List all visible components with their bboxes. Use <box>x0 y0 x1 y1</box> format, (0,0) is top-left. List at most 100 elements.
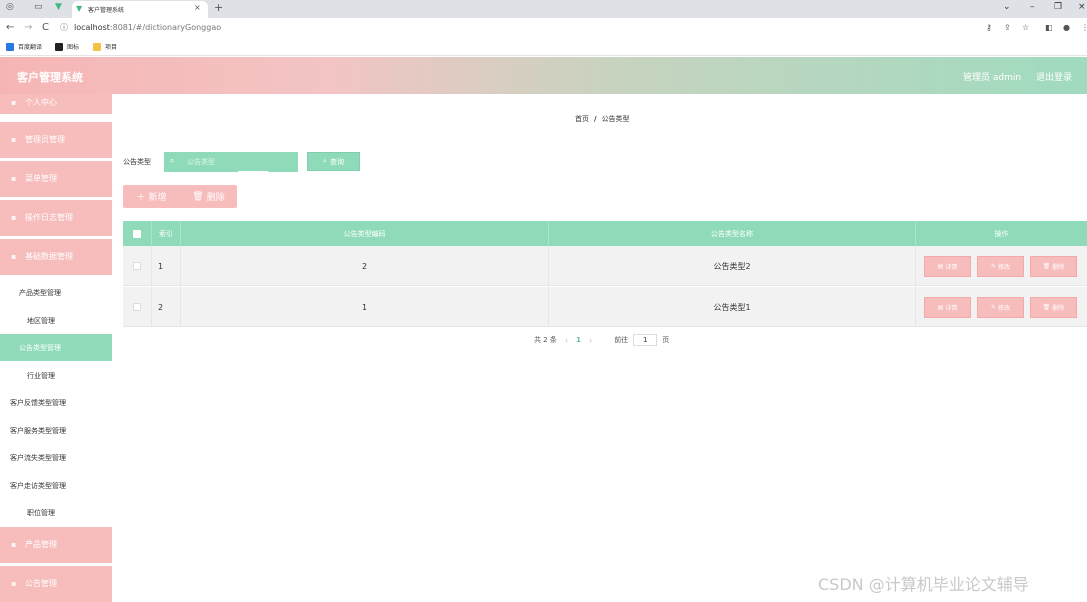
url-host: localhost <box>74 23 110 32</box>
search-field[interactable]: ⌕ <box>164 152 298 171</box>
share-icon[interactable]: ⇪ <box>1004 23 1011 32</box>
prev-page-icon[interactable]: ‹ <box>565 336 568 345</box>
restore-button[interactable]: ❐ <box>1054 2 1062 12</box>
profile-icon[interactable]: ● <box>1063 23 1070 32</box>
menu-label: 基础数据管理 <box>25 252 73 261</box>
table-row: 2 1 公告类型1 ▤ 详情 ✎ 修改 🗑 删除 <box>123 287 1087 327</box>
search-icon: ⌕ <box>170 156 175 165</box>
edit-icon: ✎ <box>990 304 996 311</box>
sidebar-item-industry[interactable]: 行业管理 <box>0 362 112 389</box>
bookmarks-bar: 百度翻译 图标 项目 <box>0 39 1087 56</box>
menu-operation-log[interactable]: ▪ 操作日志管理 <box>0 200 112 236</box>
total-count: 共 2 条 <box>534 336 557 344</box>
menu-dots-icon[interactable]: ⋮ <box>1081 23 1087 32</box>
edit-button[interactable]: ✎ 修改 <box>977 297 1024 318</box>
row-checkbox[interactable] <box>133 303 141 311</box>
new-tab-button[interactable]: + <box>214 1 223 14</box>
sidebar-item-churn-type[interactable]: 客户流失类型管理 <box>0 444 112 471</box>
tab-search-icon[interactable]: ◎ <box>6 2 14 12</box>
bookmark-item[interactable]: 图标 <box>55 42 79 51</box>
goto-suffix: 页 <box>662 336 670 344</box>
cell-name: 公告类型2 <box>549 246 916 286</box>
trash-icon: 🗑 <box>1042 263 1051 270</box>
menu-icon: ▪ <box>11 98 17 107</box>
bookmark-star-icon[interactable]: ☆ <box>1022 23 1029 32</box>
menu-notice-management[interactable]: ▪ 公告管理 <box>0 566 112 602</box>
menu-icon: ▪ <box>11 579 17 588</box>
reload-icon[interactable]: C <box>42 22 49 33</box>
bookmark-label: 图标 <box>67 44 80 51</box>
logout-link[interactable]: 退出登录 <box>1036 70 1072 83</box>
url-field[interactable]: ⓘ localhost:8081/#/dictionaryGonggao <box>60 22 221 33</box>
header-operations: 操作 <box>994 229 1009 238</box>
cell-index: 1 <box>152 246 181 286</box>
sidebar-item-service-type[interactable]: 客户服务类型管理 <box>0 417 112 444</box>
select-all-cell <box>123 221 152 246</box>
site-info-icon[interactable]: ⓘ <box>60 23 68 32</box>
next-page-icon[interactable]: › <box>589 336 592 345</box>
goto-page-input[interactable]: 1 <box>633 334 658 346</box>
sidebar-item-visit-type[interactable]: 客户走访类型管理 <box>0 472 112 499</box>
menu-admin-management[interactable]: ▪ 管理员管理 <box>0 122 112 158</box>
table-header: 索引 公告类型编码 公告类型名称 操作 <box>123 221 1087 246</box>
app-header: 客户管理系统 管理员 admin 退出登录 <box>0 57 1087 94</box>
tab-close-icon[interactable]: × <box>194 3 201 12</box>
side-panel-icon[interactable]: ◧ <box>1045 23 1053 32</box>
detail-button[interactable]: ▤ 详情 <box>924 256 971 277</box>
page-number[interactable]: 1 <box>576 336 581 344</box>
menu-icon: ▪ <box>11 540 17 549</box>
menu-personal-center[interactable]: ▪ 个人中心 <box>0 94 112 114</box>
detail-icon: ▤ <box>937 304 944 311</box>
query-button[interactable]: ⌕ 查询 <box>307 152 360 171</box>
menu-basic-data[interactable]: ▪ 基础数据管理 <box>0 239 112 275</box>
row-operations: ▤ 详情 ✎ 修改 🗑 删除 <box>924 297 1077 318</box>
active-browser-tab[interactable]: ▼ 客户管理系统 × <box>72 1 208 18</box>
key-icon[interactable]: ⚷ <box>986 23 992 32</box>
delete-button[interactable]: 🗑 删除 <box>1030 297 1077 318</box>
row-operations: ▤ 详情 ✎ 修改 🗑 删除 <box>924 256 1077 277</box>
bookmark-item[interactable]: 百度翻译 <box>6 42 42 51</box>
delete-button[interactable]: 🗑 删除 <box>1030 256 1077 277</box>
breadcrumb: 首页 / 公告类型 <box>575 114 630 124</box>
app-title: 客户管理系统 <box>17 71 83 84</box>
close-window-button[interactable]: × <box>1078 2 1086 12</box>
menu-label: 产品管理 <box>25 540 57 549</box>
sidebar: ▪ 个人中心 ▪ 管理员管理 ▪ 菜单管理 ▪ 操作日志管理 ▪ 基础数据管理 … <box>0 94 112 602</box>
menu-label: 个人中心 <box>25 98 57 107</box>
sidebar-item-label: 地区管理 <box>27 317 55 325</box>
tab-list-icon[interactable]: ⌄ <box>1003 2 1011 12</box>
menu-icon: ▪ <box>11 213 17 222</box>
watermark: CSDN @计算机毕业论文辅导 <box>818 575 1029 594</box>
vue-tab-icon[interactable]: ▼ <box>55 2 62 12</box>
header-index: 索引 <box>152 221 181 246</box>
search-input[interactable] <box>187 156 287 168</box>
batch-delete-button[interactable]: 🗑 删除 <box>180 185 237 208</box>
detail-label: 详情 <box>945 264 958 271</box>
select-all-checkbox[interactable] <box>133 229 141 238</box>
pinned-tab-icon[interactable]: ▭ <box>34 2 43 12</box>
back-icon[interactable]: ← <box>6 22 14 33</box>
delete-label: 删除 <box>1052 305 1065 312</box>
cell-name: 公告类型1 <box>549 287 916 327</box>
edit-button[interactable]: ✎ 修改 <box>977 256 1024 277</box>
sidebar-item-position[interactable]: 职位管理 <box>0 499 112 526</box>
minimize-button[interactable]: – <box>1030 2 1035 12</box>
detail-button[interactable]: ▤ 详情 <box>924 297 971 318</box>
breadcrumb-home[interactable]: 首页 <box>575 115 589 123</box>
sidebar-item-feedback-type[interactable]: 客户反馈类型管理 <box>0 389 112 416</box>
cell-index: 2 <box>152 287 181 327</box>
edit-label: 修改 <box>998 264 1011 271</box>
bookmark-item[interactable]: 项目 <box>93 42 117 51</box>
forward-icon[interactable]: → <box>24 22 32 33</box>
menu-product-management[interactable]: ▪ 产品管理 <box>0 527 112 563</box>
sidebar-item-region[interactable]: 地区管理 <box>0 307 112 334</box>
delete-label: 删除 <box>1052 264 1065 271</box>
edit-icon: ✎ <box>990 263 996 270</box>
menu-label: 操作日志管理 <box>25 213 73 222</box>
search-icon: ⌕ <box>323 157 327 165</box>
row-checkbox[interactable] <box>133 262 141 270</box>
sidebar-item-product-type[interactable]: 产品类型管理 <box>0 279 112 306</box>
menu-menu-management[interactable]: ▪ 菜单管理 <box>0 161 112 197</box>
add-button[interactable]: ＋新增 <box>123 185 180 208</box>
sidebar-item-notice-type[interactable]: 公告类型管理 <box>0 334 112 361</box>
